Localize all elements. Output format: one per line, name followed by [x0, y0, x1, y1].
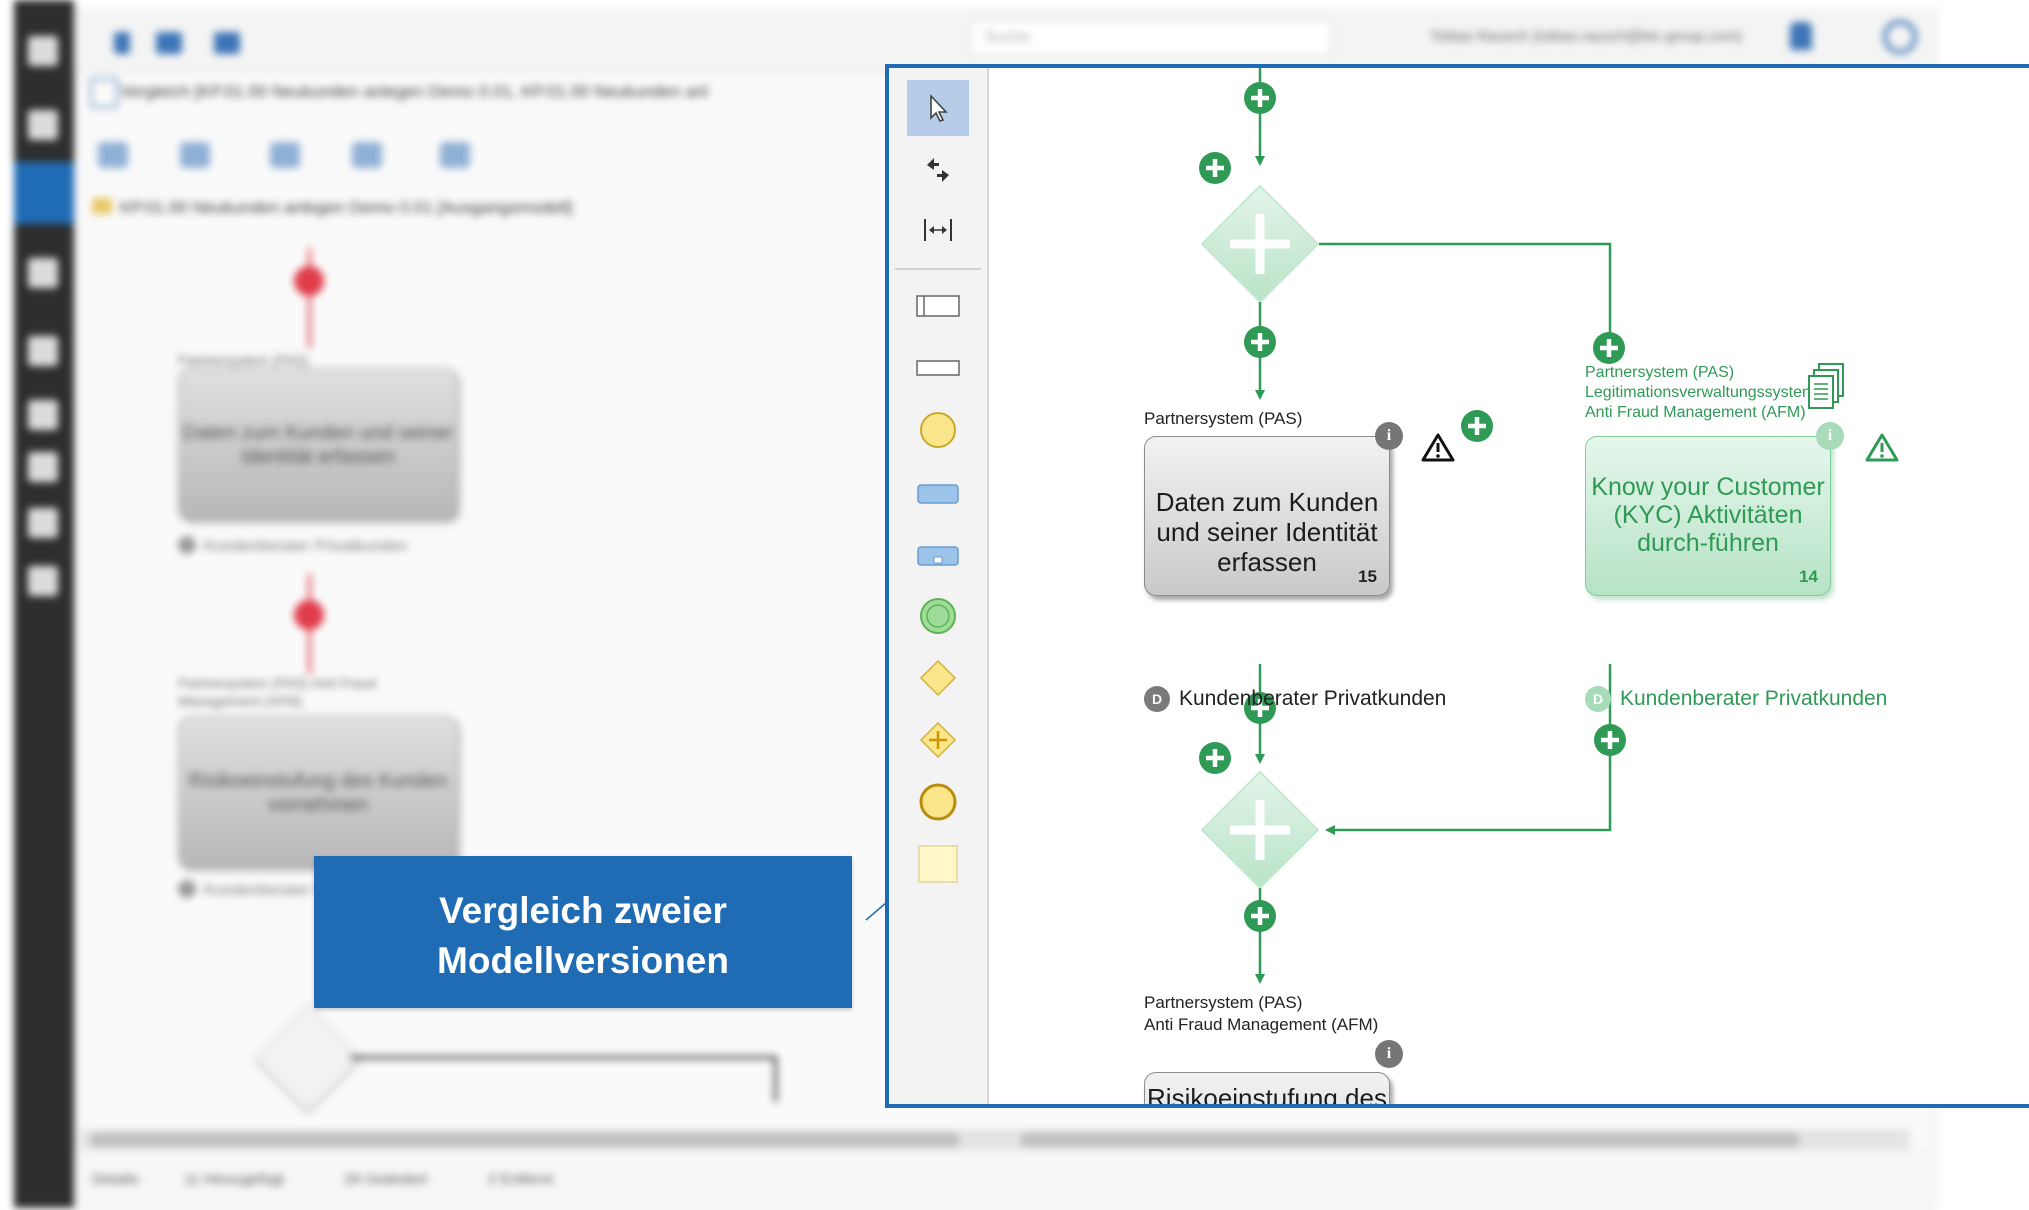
documents-icon[interactable]	[1807, 362, 1847, 414]
task-main-number: 15	[1358, 567, 1377, 586]
diagram-canvas[interactable]: Partnersystem (PAS) Daten zum Kunden und…	[989, 68, 2029, 1104]
intermediate-event-icon[interactable]	[907, 588, 969, 644]
callout-box: Vergleich zweier Modellversionen	[314, 856, 852, 1008]
task-bottom-info-icon[interactable]: i	[1375, 1040, 1403, 1068]
end-event-icon[interactable]	[907, 774, 969, 830]
task-bottom-label: Risikoeinstufung des	[1147, 1083, 1387, 1108]
task-main-label: Daten zum Kunden und seiner Identität er…	[1155, 487, 1379, 577]
lane-shape-icon[interactable]	[907, 340, 969, 396]
task-main-role-text: Kundenberater Privatkunden	[1179, 687, 1447, 710]
task-kyc-number: 14	[1799, 567, 1818, 586]
subprocess-shape-icon[interactable]	[907, 528, 969, 584]
task-bottom-lane-2: Anti Fraud Management (AFM)	[1144, 1015, 1379, 1034]
annotation-shape-icon[interactable]	[907, 836, 969, 892]
zoom-inset-frame: Partnersystem (PAS) Daten zum Kunden und…	[885, 64, 2029, 1108]
task-bottom-lane: Partnersystem (PAS) Anti Fraud Managemen…	[1144, 992, 1378, 1036]
palette-separator	[895, 268, 981, 270]
task-kyc-role-text: Kundenberater Privatkunden	[1620, 687, 1888, 710]
spacing-tool-icon[interactable]	[907, 202, 969, 258]
task-bottom-lane-1: Partnersystem (PAS)	[1144, 993, 1303, 1012]
task-kyc-lane-2: Legitimationsverwaltungssystem,	[1585, 384, 1820, 401]
pool-shape-icon[interactable]	[907, 278, 969, 334]
gateway-shape-icon[interactable]	[907, 650, 969, 706]
task-main-role-badge: D	[1144, 686, 1170, 712]
parallel-gateway-icon[interactable]	[907, 712, 969, 768]
task-main-warning-icon[interactable]	[1421, 432, 1455, 462]
task-kyc-label: Know your Customer (KYC) Aktivitäten dur…	[1591, 473, 1825, 557]
resize-tool-icon[interactable]	[907, 142, 969, 198]
callout-text: Vergleich zweier Modellversionen	[314, 886, 852, 986]
pointer-tool-icon[interactable]	[907, 80, 969, 136]
task-kyc-lane-3: Anti Fraud Management (AFM)	[1585, 404, 1806, 421]
shape-palette	[889, 68, 989, 1104]
task-kyc-warning-icon[interactable]	[1865, 432, 1899, 462]
task-shape-icon[interactable]	[907, 466, 969, 522]
task-kyc-lane: Partnersystem (PAS) Legitimationsverwalt…	[1585, 363, 1820, 423]
callout-line-1: Vergleich zweier	[439, 890, 727, 931]
task-know-your-customer[interactable]: Know your Customer (KYC) Aktivitäten dur…	[1585, 436, 1831, 596]
task-capture-customer-data[interactable]: Daten zum Kunden und seiner Identität er…	[1144, 436, 1390, 596]
start-event-icon[interactable]	[907, 402, 969, 458]
task-risk-classification[interactable]: Risikoeinstufung des	[1144, 1072, 1390, 1108]
task-kyc-lane-1: Partnersystem (PAS)	[1585, 364, 1735, 381]
task-kyc-role: D Kundenberater Privatkunden	[1585, 686, 1887, 712]
callout-line-2: Modellversionen	[437, 940, 729, 981]
task-kyc-role-badge: D	[1585, 686, 1611, 712]
task-kyc-info-icon[interactable]: i	[1816, 422, 1844, 450]
task-main-lane: Partnersystem (PAS)	[1144, 409, 1303, 428]
task-main-role: D Kundenberater Privatkunden	[1144, 686, 1446, 712]
task-main-info-icon[interactable]: i	[1375, 422, 1403, 450]
